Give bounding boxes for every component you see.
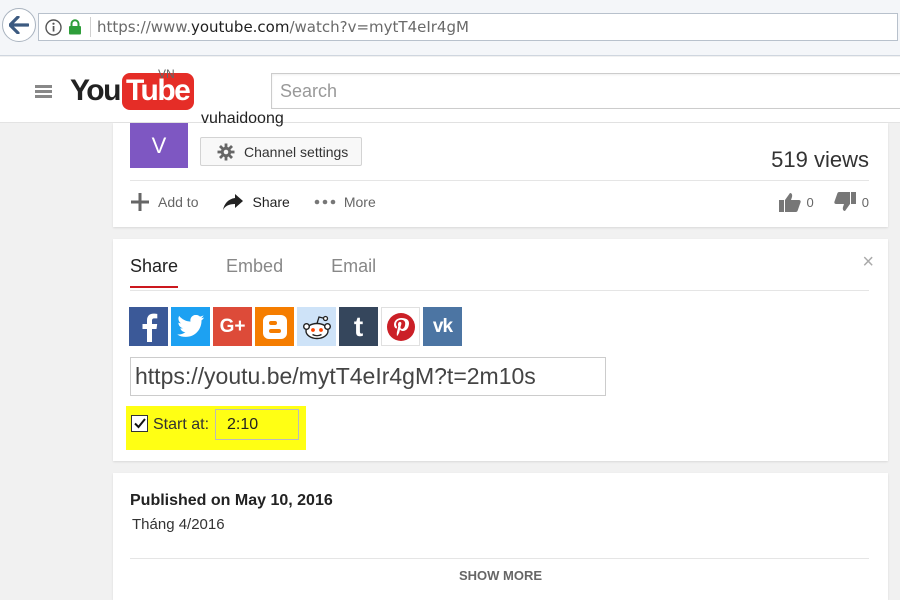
show-more-button[interactable]: SHOW MORE bbox=[113, 568, 888, 583]
social-share-buttons: G+ t vk bbox=[129, 307, 462, 346]
gear-icon bbox=[217, 143, 235, 160]
tumblr-icon: t bbox=[353, 310, 364, 342]
share-panel: × Share Embed Email G+ t vk https://yout… bbox=[113, 239, 888, 461]
browser-toolbar: https://www.youtube.com/watch?v=mytT4eIr… bbox=[0, 0, 900, 56]
description-text: Tháng 4/2016 bbox=[132, 516, 225, 533]
lock-icon[interactable] bbox=[68, 19, 82, 35]
logo-you-text: You bbox=[70, 74, 121, 107]
blogger-share-button[interactable] bbox=[255, 307, 294, 346]
tab-email[interactable]: Email bbox=[331, 256, 376, 288]
tab-embed[interactable]: Embed bbox=[226, 256, 283, 288]
plus-icon bbox=[131, 193, 149, 211]
share-link-field[interactable]: https://youtu.be/mytT4eIr4gM?t=2m10s bbox=[130, 357, 606, 396]
google-plus-share-button[interactable]: G+ bbox=[213, 307, 252, 346]
twitter-share-button[interactable] bbox=[171, 307, 210, 346]
more-dots-icon bbox=[314, 199, 336, 205]
tumblr-share-button[interactable]: t bbox=[339, 307, 378, 346]
checkmark-icon bbox=[133, 418, 146, 429]
google-plus-icon: G+ bbox=[219, 315, 246, 337]
hamburger-menu-icon[interactable] bbox=[35, 85, 52, 98]
url-text[interactable]: https://www.youtube.com/watch?v=mytT4eIr… bbox=[97, 18, 469, 36]
reddit-share-button[interactable] bbox=[297, 307, 336, 346]
published-date: Published on May 10, 2016 bbox=[130, 492, 333, 509]
channel-settings-label: Channel settings bbox=[244, 143, 349, 160]
video-info-card: vuhaidoong V Channel settings 519 views … bbox=[113, 110, 888, 227]
share-arrow-icon bbox=[223, 194, 244, 210]
vk-icon: vk bbox=[432, 315, 453, 337]
info-divider bbox=[130, 180, 869, 181]
search-box[interactable] bbox=[271, 73, 900, 109]
start-at-checkbox[interactable] bbox=[131, 415, 148, 432]
arrow-left-icon bbox=[9, 16, 29, 34]
youtube-header: You Tube VN bbox=[0, 57, 900, 123]
share-button[interactable]: Share bbox=[222, 193, 290, 211]
facebook-icon bbox=[142, 313, 157, 342]
tabs-underline bbox=[130, 290, 869, 291]
youtube-logo[interactable]: You Tube VN bbox=[70, 67, 195, 111]
info-icon[interactable] bbox=[45, 18, 62, 36]
blogger-icon bbox=[262, 314, 287, 339]
close-share-button[interactable]: × bbox=[862, 251, 874, 274]
pinterest-icon bbox=[386, 312, 415, 341]
description-card: Published on May 10, 2016 Tháng 4/2016 S… bbox=[113, 473, 888, 600]
url-separator bbox=[90, 17, 91, 37]
search-input[interactable] bbox=[272, 74, 900, 108]
reddit-alien-icon bbox=[302, 315, 331, 339]
back-button[interactable] bbox=[2, 8, 36, 42]
start-at-time-input[interactable]: 2:10 bbox=[215, 409, 299, 440]
channel-settings-button[interactable]: Channel settings bbox=[200, 137, 363, 166]
tab-share[interactable]: Share bbox=[130, 256, 179, 288]
rating-bar: 0 0 bbox=[778, 192, 869, 212]
facebook-share-button[interactable] bbox=[129, 307, 168, 346]
add-to-button[interactable]: Add to bbox=[130, 192, 198, 212]
twitter-bird-icon bbox=[176, 315, 204, 337]
logo-region-code: VN bbox=[158, 67, 175, 81]
dislike-count: 0 bbox=[861, 194, 869, 210]
thumbs-up-icon[interactable] bbox=[778, 192, 801, 212]
view-count: 519 views bbox=[771, 147, 869, 172]
thumbs-down-icon[interactable] bbox=[834, 192, 856, 212]
channel-name[interactable]: vuhaidoong bbox=[201, 110, 284, 128]
start-at-label: Start at: bbox=[153, 416, 210, 433]
pinterest-share-button[interactable] bbox=[381, 307, 420, 346]
address-bar[interactable]: https://www.youtube.com/watch?v=mytT4eIr… bbox=[38, 13, 898, 41]
like-count: 0 bbox=[806, 194, 814, 210]
share-tabs: Share Embed Email bbox=[130, 256, 376, 288]
channel-avatar[interactable]: V bbox=[130, 123, 188, 168]
description-divider bbox=[130, 558, 869, 559]
action-bar: Add to Share More bbox=[130, 192, 400, 212]
vk-share-button[interactable]: vk bbox=[423, 307, 462, 346]
more-button[interactable]: More bbox=[314, 194, 376, 210]
